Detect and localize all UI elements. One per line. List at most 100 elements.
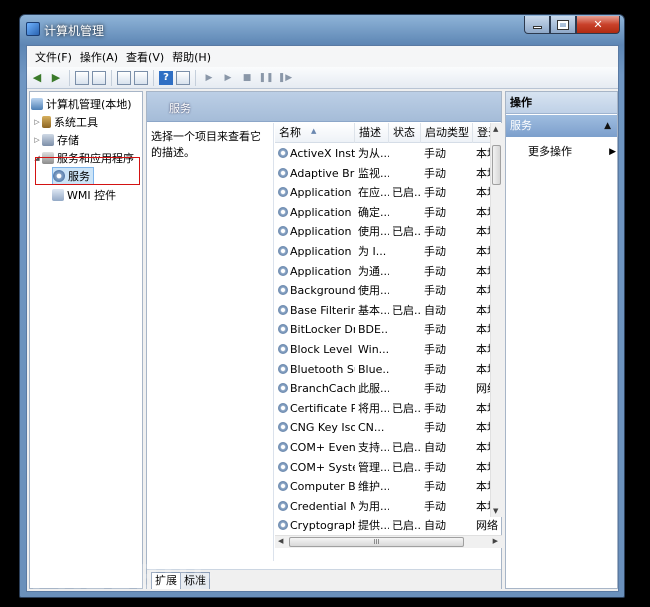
service-name: ActiveX Insta...	[275, 144, 355, 164]
sort-ascending-icon: ▲	[311, 127, 317, 135]
help-icon[interactable]: ?	[159, 70, 173, 85]
service-name: Application ...	[275, 242, 355, 262]
column-header-startup-type[interactable]: 启动类型	[421, 123, 473, 143]
service-status: 已启...	[389, 458, 421, 478]
table-row[interactable]: ActiveX Insta...为从...手动本地	[275, 144, 502, 164]
menu-action[interactable]: 操作(A)	[76, 49, 122, 65]
column-header-status[interactable]: 状态	[389, 123, 421, 143]
horizontal-scroll-thumb[interactable]: III	[289, 537, 464, 547]
forward-arrow-icon[interactable]: ▶	[48, 70, 64, 86]
table-row[interactable]: Application I...使用...已启...手动本地	[275, 222, 502, 242]
table-row[interactable]: Background ...使用...手动本地	[275, 281, 502, 301]
pause-service-icon[interactable]: ❚❚	[258, 70, 274, 86]
stop-service-icon[interactable]: ■	[239, 70, 255, 86]
table-row[interactable]: Application ...为 I...手动本地	[275, 242, 502, 262]
cell-text: BranchCache	[290, 382, 355, 396]
scroll-right-icon[interactable]: ▶	[493, 537, 498, 545]
scroll-left-icon[interactable]: ◀	[278, 537, 283, 545]
vertical-scrollbar[interactable]: ▲ ▼	[490, 123, 502, 517]
table-row[interactable]: Adaptive Bri...监视...手动本地	[275, 164, 502, 184]
refresh-icon[interactable]	[117, 70, 131, 85]
table-row[interactable]: Cryptograph...提供...已启...自动 网络	[275, 516, 502, 535]
more-actions-item[interactable]: 更多操作 ▶	[528, 142, 616, 162]
actions-header: 操作	[506, 92, 617, 114]
table-row[interactable]: Block Level B...Win...手动本地	[275, 340, 502, 360]
service-icon	[278, 461, 288, 472]
table-row[interactable]: Bluetooth Su...Blue...手动本地	[275, 360, 502, 380]
menu-help[interactable]: 帮助(H)	[168, 49, 215, 65]
service-startup-type: 手动	[421, 360, 473, 380]
expand-arrow-icon[interactable]: ▷	[32, 118, 42, 126]
actions-section-label: 服务	[510, 119, 532, 132]
tree-item-computer-management[interactable]: 计算机管理(本地)	[31, 95, 132, 113]
title-bar[interactable]: 计算机管理 ✕	[20, 15, 624, 43]
tree-item-label: 存储	[57, 134, 79, 147]
column-header-name[interactable]: ▲ 名称	[275, 123, 355, 143]
cell-text: CN...	[358, 421, 385, 435]
service-status: 已启...	[389, 516, 421, 535]
cell-text: 在应...	[358, 186, 389, 200]
service-status	[389, 144, 421, 164]
table-row[interactable]: Application ...在应...已启...手动本地	[275, 183, 502, 203]
cell-text: 手动	[424, 362, 446, 376]
maximize-button[interactable]	[550, 16, 576, 34]
scroll-up-icon[interactable]: ▲	[493, 125, 498, 133]
cell-text: 手动	[424, 225, 446, 239]
table-row[interactable]: Application ...为通...手动本地	[275, 262, 502, 282]
table-row[interactable]: Computer Br...维护...手动本地	[275, 477, 502, 497]
maximize-icon	[557, 19, 569, 30]
vertical-scroll-thumb[interactable]	[492, 145, 501, 185]
table-row[interactable]: Base Filterin...基本...已启...自动本地	[275, 301, 502, 321]
menu-view[interactable]: 查看(V)	[122, 49, 168, 65]
table-row[interactable]: Application I...确定...手动本地	[275, 203, 502, 223]
service-description-cell: 此服...	[355, 379, 389, 399]
table-row[interactable]: BitLocker Dri...BDE...手动本地	[275, 320, 502, 340]
cell-text: Win...	[358, 343, 389, 356]
collapse-caret-icon[interactable]: ▲	[604, 115, 611, 137]
service-description-cell: Win...	[355, 340, 389, 360]
cell-text: Adaptive Bri...	[290, 166, 355, 180]
table-row[interactable]: CNG Key Isol...CN...手动本地	[275, 418, 502, 438]
back-arrow-icon[interactable]: ◀	[29, 70, 45, 86]
service-startup-type: 自动	[421, 516, 473, 535]
close-button[interactable]: ✕	[576, 16, 620, 34]
horizontal-scrollbar[interactable]: ◀ III ▶	[275, 535, 502, 548]
minimize-button[interactable]	[524, 16, 550, 34]
cell-text: 使用...	[358, 225, 389, 239]
restart-service-icon[interactable]: ❚▶	[277, 70, 293, 86]
service-name: Application I...	[275, 203, 355, 223]
column-header-label: 描述	[359, 126, 381, 139]
cell-text: 为通...	[358, 264, 389, 278]
start-service-alt-icon[interactable]: ▶	[220, 70, 236, 86]
cell-text: 确定...	[358, 205, 389, 219]
service-status: 已启...	[389, 222, 421, 242]
service-name: Base Filterin...	[275, 301, 355, 321]
table-row[interactable]: COM+ Syste...管理...已启...手动本地	[275, 458, 502, 478]
service-startup-type: 手动	[421, 242, 473, 262]
expand-arrow-icon[interactable]: ▷	[32, 136, 42, 144]
cell-text: Credential M...	[290, 499, 355, 513]
scroll-down-icon[interactable]: ▼	[493, 507, 498, 515]
tree-item-system-tools[interactable]: ▷ 系统工具	[32, 113, 98, 131]
properties-icon[interactable]	[176, 70, 190, 85]
menu-file[interactable]: 文件(F)	[31, 49, 76, 65]
start-service-icon[interactable]: ▶	[201, 70, 217, 86]
show-hide-tree-icon[interactable]	[92, 70, 106, 85]
column-header-label: 启动类型	[425, 126, 469, 139]
export-list-icon[interactable]	[134, 70, 148, 85]
cell-text: Certificate Pr...	[290, 401, 355, 415]
service-description-cell: CN...	[355, 418, 389, 438]
cell-text: 手动	[424, 401, 446, 415]
actions-section-services[interactable]: 服务 ▲	[506, 115, 617, 137]
table-row[interactable]: COM+ Event...支持...已启...自动本地	[275, 438, 502, 458]
column-header-description[interactable]: 描述	[355, 123, 389, 143]
table-row[interactable]: Certificate Pr...将用...已启...手动本地	[275, 399, 502, 419]
tree-item-wmi-control[interactable]: WMI 控件	[52, 186, 116, 204]
service-description-cell: 基本...	[355, 301, 389, 321]
service-status	[389, 379, 421, 399]
up-folder-icon[interactable]	[75, 70, 89, 85]
table-row[interactable]: BranchCache此服...手动网络	[275, 379, 502, 399]
tree-item-storage[interactable]: ▷ 存储	[32, 131, 79, 149]
table-row[interactable]: Credential M...为用...手动本地	[275, 497, 502, 517]
service-description-cell: BDE...	[355, 320, 389, 340]
